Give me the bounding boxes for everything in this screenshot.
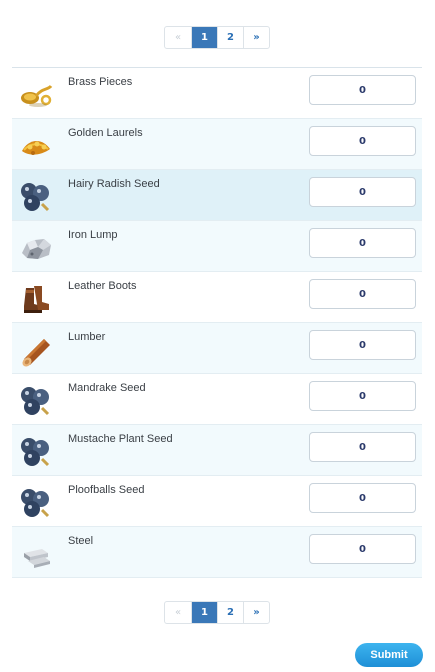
item-name: Brass Pieces [68, 76, 133, 88]
seed-bag-icon [21, 489, 50, 518]
item-list: Brass Pieces Golden Laurels Hairy Radish… [12, 67, 422, 578]
quantity-input[interactable] [309, 177, 416, 207]
item-name: Mustache Plant Seed [68, 433, 173, 445]
leather-boots-icon [24, 286, 49, 313]
list-item: Mandrake Seed [12, 374, 422, 425]
pagination-prev[interactable]: « [165, 602, 191, 623]
quantity-input[interactable] [309, 279, 416, 309]
list-item: Lumber [12, 323, 422, 374]
quantity-input[interactable] [309, 126, 416, 156]
quantity-input[interactable] [309, 75, 416, 105]
list-item: Ploofballs Seed [12, 476, 422, 527]
pagination-next[interactable]: » [243, 27, 269, 48]
quantity-input[interactable] [309, 534, 416, 564]
iron-lump-icon [22, 239, 51, 259]
item-name: Ploofballs Seed [68, 484, 145, 496]
item-name: Leather Boots [68, 280, 137, 292]
pagination-page-1[interactable]: 1 [191, 602, 217, 623]
pagination-page-2[interactable]: 2 [217, 602, 243, 623]
brass-pieces-icon [21, 84, 53, 107]
pagination-page-1[interactable]: 1 [191, 27, 217, 48]
quantity-input[interactable] [309, 228, 416, 258]
list-item: Mustache Plant Seed [12, 425, 422, 476]
seed-bag-icon [21, 438, 50, 467]
submit-button[interactable]: Submit [355, 643, 423, 667]
pagination-next[interactable]: » [243, 602, 269, 623]
steel-icon [24, 549, 50, 568]
quantity-input[interactable] [309, 381, 416, 411]
quantity-input[interactable] [309, 432, 416, 462]
list-item: Leather Boots [12, 272, 422, 323]
seed-bag-icon [21, 387, 50, 416]
list-item: Hairy Radish Seed [12, 170, 422, 221]
pagination-bottom: « 1 2 » [164, 601, 270, 624]
quantity-input[interactable] [309, 330, 416, 360]
list-item: Brass Pieces [12, 68, 422, 119]
item-name: Lumber [68, 331, 106, 343]
pagination-page-2[interactable]: 2 [217, 27, 243, 48]
lumber-icon [22, 339, 50, 367]
list-item: Golden Laurels [12, 119, 422, 170]
golden-laurels-icon [22, 140, 50, 155]
list-item: Steel [12, 527, 422, 578]
item-name: Hairy Radish Seed [68, 178, 160, 190]
item-name: Iron Lump [68, 229, 118, 241]
item-name: Golden Laurels [68, 127, 143, 139]
quantity-input[interactable] [309, 483, 416, 513]
list-item: Iron Lump [12, 221, 422, 272]
pagination-prev[interactable]: « [165, 27, 191, 48]
item-name: Steel [68, 535, 94, 547]
pagination-top: « 1 2 » [164, 26, 270, 49]
item-name: Mandrake Seed [68, 382, 146, 394]
seed-bag-icon [21, 183, 50, 212]
